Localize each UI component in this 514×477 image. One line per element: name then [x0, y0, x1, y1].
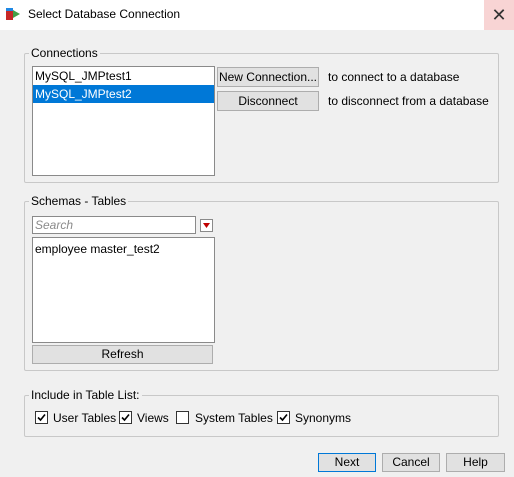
checkmark-icon: [279, 413, 288, 422]
connection-item-selected[interactable]: MySQL_JMPtest2: [33, 85, 214, 103]
next-button[interactable]: Next: [318, 453, 376, 472]
new-connection-button[interactable]: New Connection...: [217, 67, 319, 87]
synonyms-checkbox[interactable]: [277, 411, 290, 424]
include-legend: Include in Table List:: [29, 388, 142, 402]
tables-list[interactable]: employee master_test2: [32, 237, 215, 343]
connections-list[interactable]: MySQL_JMPtest1 MySQL_JMPtest2: [32, 66, 215, 176]
triangle-down-icon: [203, 223, 210, 228]
views-label[interactable]: Views: [137, 411, 169, 425]
views-checkbox[interactable]: [119, 411, 132, 424]
connections-legend: Connections: [29, 46, 100, 60]
search-input[interactable]: Search: [32, 216, 196, 234]
help-button[interactable]: Help: [446, 453, 505, 472]
disconnect-button[interactable]: Disconnect: [217, 91, 319, 111]
new-connection-hint: to connect to a database: [328, 70, 460, 84]
table-item[interactable]: employee master_test2: [33, 240, 214, 258]
close-button[interactable]: ✕: [484, 0, 514, 30]
jmp-app-icon: [6, 8, 20, 20]
system-tables-checkbox[interactable]: [176, 411, 189, 424]
refresh-button[interactable]: Refresh: [32, 345, 213, 364]
synonyms-label[interactable]: Synonyms: [295, 411, 351, 425]
close-icon: ✕: [491, 4, 507, 25]
title-bar: Select Database Connection ✕: [0, 0, 514, 30]
user-tables-label[interactable]: User Tables: [53, 411, 116, 425]
disconnect-hint: to disconnect from a database: [328, 94, 489, 108]
window-title: Select Database Connection: [28, 7, 181, 21]
checkmark-icon: [37, 413, 46, 422]
search-options-dropdown[interactable]: [200, 219, 213, 232]
checkmark-icon: [121, 413, 130, 422]
system-tables-label[interactable]: System Tables: [195, 411, 273, 425]
user-tables-checkbox[interactable]: [35, 411, 48, 424]
cancel-button[interactable]: Cancel: [382, 453, 440, 472]
connection-item[interactable]: MySQL_JMPtest1: [33, 67, 214, 85]
schemas-legend: Schemas - Tables: [29, 194, 129, 208]
